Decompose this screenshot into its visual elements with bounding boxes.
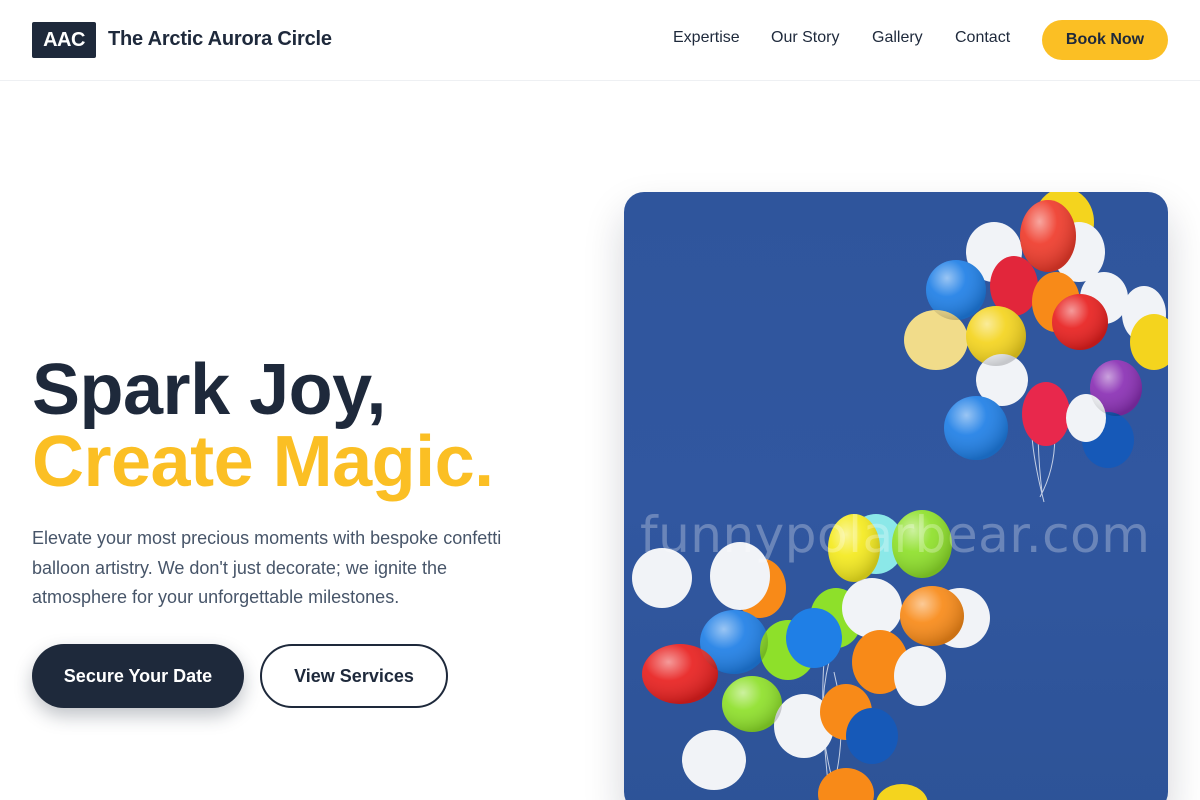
brand-name[interactable]: The Arctic Aurora Circle — [108, 28, 332, 51]
hero-headline: Spark Joy, Create Magic. — [32, 354, 494, 498]
top-navigation: AAC The Arctic Aurora Circle Expertise O… — [0, 0, 1200, 81]
nav-link-expertise[interactable]: Expertise — [673, 29, 740, 47]
book-now-button[interactable]: Book Now — [1042, 20, 1168, 60]
nav-link-our-story[interactable]: Our Story — [771, 29, 839, 47]
logo-mark[interactable]: AAC — [32, 22, 96, 58]
hero-image-balloons: funnypolarbear.com — [624, 192, 1168, 800]
headline-line-1: Spark Joy, — [32, 350, 386, 430]
balloons-illustration — [632, 192, 1168, 800]
secure-your-date-button[interactable]: Secure Your Date — [32, 644, 244, 708]
hero-description: Elevate your most precious moments with … — [32, 528, 502, 607]
nav-link-contact[interactable]: Contact — [955, 29, 1010, 47]
nav-link-gallery[interactable]: Gallery — [872, 29, 923, 47]
view-services-button[interactable]: View Services — [260, 644, 448, 708]
image-watermark: funnypolarbear.com — [640, 506, 1151, 564]
headline-line-2: Create Magic. — [32, 422, 494, 502]
